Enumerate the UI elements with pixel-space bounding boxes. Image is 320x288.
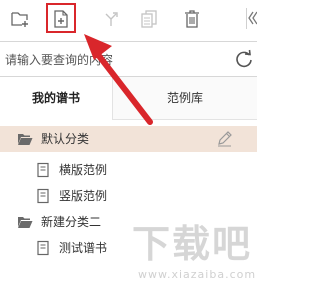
tree-item-label: 默认分类 [41,132,90,146]
new-file-icon [54,10,68,28]
pencil-icon[interactable] [216,130,233,147]
move-icon [105,12,118,26]
search-input[interactable] [5,50,223,70]
tree-folder-default[interactable]: 默认分类 [0,126,257,152]
refresh-icon[interactable] [234,49,254,69]
search-bar [0,41,257,77]
new-folder-button[interactable] [6,5,34,33]
tree-item-label: 测试谱书 [59,241,108,255]
copy-icon [141,10,157,28]
toolbar [0,0,257,37]
tab-example-library[interactable]: 范例库 [112,77,257,120]
tree-item-label: 竖版范例 [59,189,108,203]
folder-open-icon [18,217,33,228]
tree-folder-new-category-two[interactable]: 新建分类二 [0,209,257,235]
document-icon [37,188,49,204]
new-file-button[interactable] [47,5,75,33]
collapse-left-icon[interactable] [248,7,257,29]
watermark-url: www.xiazaiba.com [138,268,257,281]
new-folder-icon [11,12,28,27]
trash-icon [185,10,199,28]
folder-open-icon [18,134,33,145]
delete-button[interactable] [178,5,206,33]
tree-item-label: 横版范例 [59,163,108,177]
tab-bar: 我的谱书 范例库 [0,77,257,120]
move-button[interactable] [98,5,126,33]
tree-file-horizontal-example[interactable]: 横版范例 [0,157,257,183]
tree-item-label: 新建分类二 [41,215,102,229]
tab-my-books[interactable]: 我的谱书 [0,77,112,120]
tree-file-test-book[interactable]: 测试谱书 [0,235,257,261]
toolbar-divider [246,8,247,29]
copy-button[interactable] [135,5,163,33]
document-icon [37,162,49,178]
tree-file-vertical-example[interactable]: 竖版范例 [0,183,257,209]
document-icon [37,240,49,256]
